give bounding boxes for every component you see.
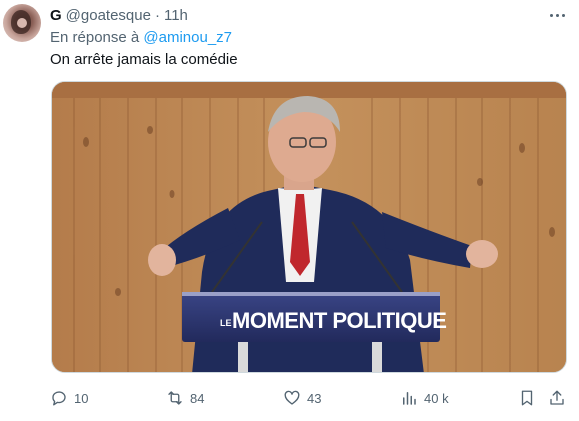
views-count: 40 k — [424, 390, 449, 406]
tweet-text: On arrête jamais la comédie — [50, 51, 238, 68]
reply-mention-link[interactable]: @aminou_z7 — [143, 29, 232, 46]
more-icon[interactable] — [548, 8, 566, 22]
tweet-media-image[interactable]: LE MOMENT POLITIQUE — [51, 81, 567, 373]
share-icon — [550, 390, 564, 405]
reply-icon — [52, 391, 66, 406]
media-scene: LE MOMENT POLITIQUE — [52, 82, 566, 372]
like-count: 43 — [307, 390, 322, 406]
bookmark-button[interactable] — [518, 387, 536, 409]
views-icon — [403, 392, 416, 405]
podium-label: MOMENT POLITIQUE — [232, 308, 446, 333]
repost-button[interactable]: 84 — [166, 387, 204, 409]
reply-count: 10 — [74, 390, 89, 406]
reply-context: En réponse à @aminou_z7 — [50, 29, 232, 46]
repost-count: 84 — [190, 390, 205, 406]
timestamp[interactable]: 11h — [164, 7, 188, 24]
like-button[interactable]: 43 — [283, 387, 321, 409]
repost-icon — [168, 391, 182, 405]
avatar[interactable] — [3, 4, 41, 42]
reply-button[interactable]: 10 — [50, 387, 88, 409]
tweet: G @goatesque · 11h En réponse à @aminou_… — [0, 0, 579, 421]
tweet-actions: 10 84 43 40 k — [50, 387, 570, 409]
separator-dot: · — [154, 6, 160, 24]
share-button[interactable] — [548, 387, 566, 409]
podium-prefix: LE — [220, 318, 232, 328]
tweet-header: G @goatesque · 11h — [50, 6, 188, 24]
bookmark-icon — [521, 390, 533, 406]
author-name[interactable]: G — [50, 7, 62, 24]
views-button[interactable]: 40 k — [400, 387, 449, 409]
like-icon — [284, 390, 300, 405]
reply-prefix: En réponse à — [50, 29, 140, 46]
author-handle[interactable]: @goatesque — [66, 7, 151, 24]
